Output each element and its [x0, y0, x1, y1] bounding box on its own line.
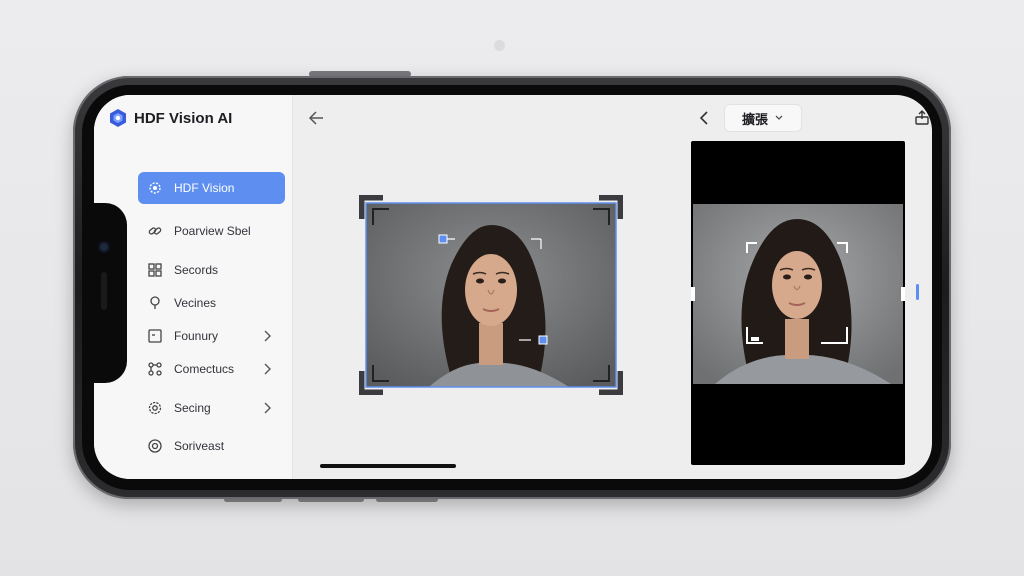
nodes-icon — [146, 360, 164, 378]
gear-sparkle-icon — [146, 179, 164, 197]
brand: HDF Vision AI — [108, 108, 232, 128]
sidebar-item-secords[interactable]: Secords — [138, 254, 285, 286]
language-label: 擴張 — [741, 111, 768, 127]
brand-logo-icon — [110, 109, 126, 127]
wall-dot — [494, 40, 505, 51]
sidebar-item-label: Founury — [174, 329, 219, 343]
front-camera — [98, 241, 110, 253]
language-select[interactable]: 擴張 — [724, 104, 802, 132]
sidebar-item-hdf-vision[interactable]: HDF Vision — [138, 172, 285, 204]
preview-image — [691, 204, 905, 384]
sidebar-item-soriveast[interactable]: Soriveast — [138, 430, 285, 462]
link-icon — [146, 222, 164, 240]
chevron-left-icon[interactable] — [696, 109, 714, 127]
sidebar-item-comectucs[interactable]: Comectucs — [138, 353, 285, 385]
pin-icon — [146, 294, 164, 312]
settings-icon — [146, 399, 164, 417]
chevron-right-icon — [264, 402, 271, 414]
chevron-right-icon — [264, 363, 271, 375]
circle-icon — [146, 437, 164, 455]
sidebar-item-vecines[interactable]: Vecines — [138, 287, 285, 319]
sidebar-item-label: Poarview Sbel — [174, 224, 251, 238]
sidebar-item-secing[interactable]: Secing — [138, 392, 285, 424]
home-indicator[interactable] — [320, 464, 456, 468]
phone-screen: HDF Vision AI HDF Vision Poarview Sbel S… — [94, 95, 932, 479]
grid-icon — [146, 261, 164, 279]
camera-notch — [94, 203, 127, 383]
back-icon[interactable] — [307, 109, 325, 127]
chevron-down-icon — [775, 115, 783, 120]
frame-icon — [146, 327, 164, 345]
main-area: 擴張 — [293, 95, 932, 479]
sidebar-item-label: Comectucs — [174, 362, 235, 376]
speaker-grille — [101, 272, 107, 310]
sidebar-item-label: Vecines — [174, 296, 217, 310]
chevron-right-icon — [264, 330, 271, 342]
share-icon[interactable] — [913, 109, 931, 127]
app-title: HDF Vision AI — [134, 109, 233, 127]
sidebar-item-founury[interactable]: Founury — [138, 320, 285, 352]
sidebar-item-poarview-sbel[interactable]: Poarview Sbel — [138, 215, 285, 247]
scroll-handle[interactable] — [916, 284, 919, 300]
sidebar-item-label: Soriveast — [174, 439, 225, 453]
preview-panel — [691, 141, 905, 465]
crop-editor[interactable] — [359, 195, 623, 395]
sidebar-item-label: HDF Vision — [174, 181, 235, 195]
sidebar-item-label: Secords — [174, 263, 219, 277]
sidebar-item-label: Secing — [174, 401, 211, 415]
